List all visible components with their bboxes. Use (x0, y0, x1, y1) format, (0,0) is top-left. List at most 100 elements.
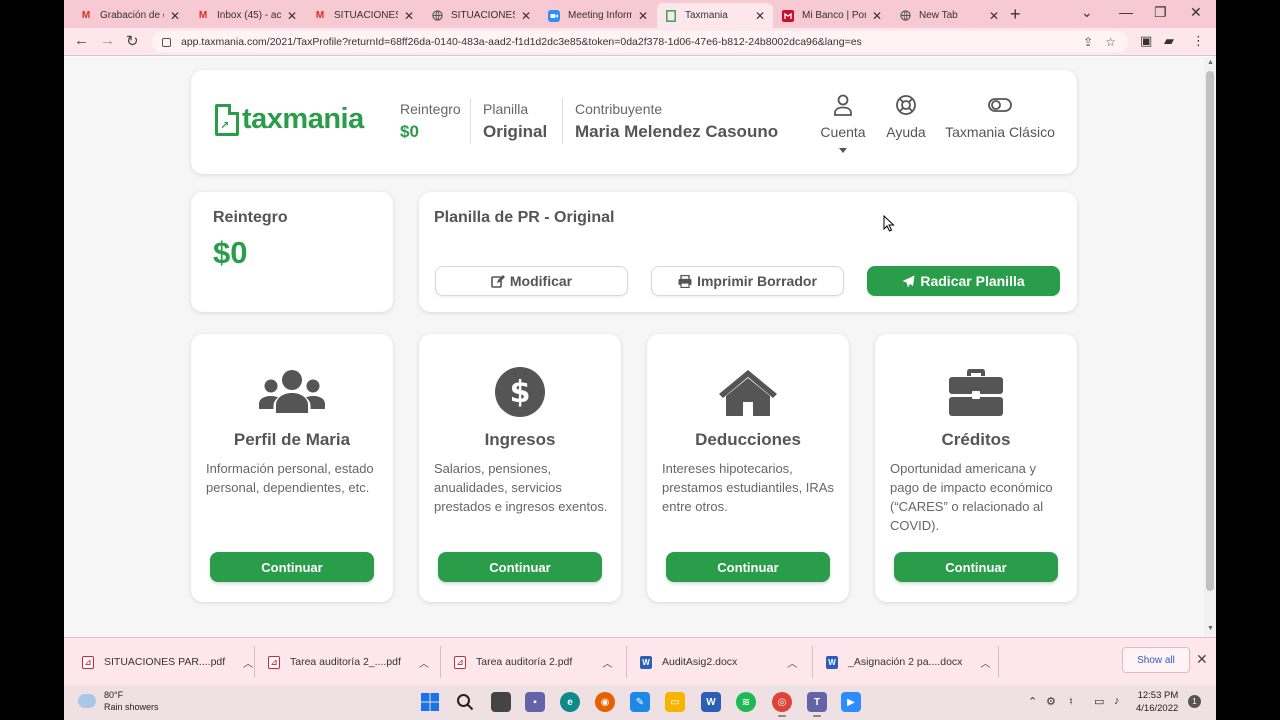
firefox-icon[interactable]: ◉ (595, 692, 615, 712)
browser-tab[interactable]: Meeting Inform ✕ (540, 3, 656, 28)
continuar-button[interactable]: Continuar (210, 552, 374, 582)
nav-ayuda[interactable]: Ayuda (883, 94, 929, 140)
chevron-up-icon[interactable]: ︿ (602, 655, 612, 670)
chevron-up-icon[interactable]: ︿ (243, 655, 253, 670)
continuar-button[interactable]: Continuar (666, 552, 830, 582)
weather-temp: 80°F (104, 690, 124, 700)
toggle-icon (988, 98, 1012, 112)
section-title: Créditos (941, 430, 1011, 449)
browser-tab[interactable]: Mi Banco | Port ✕ (774, 3, 890, 28)
nav-cuenta[interactable]: Cuenta (817, 94, 869, 153)
share-icon[interactable]: ⇪ (1083, 35, 1093, 49)
pen-app-icon[interactable]: ✎ (630, 692, 650, 712)
close-icon[interactable]: ✕ (287, 9, 297, 23)
modificar-label: Modificar (509, 273, 573, 289)
teams-icon[interactable]: T (807, 692, 827, 717)
close-icon[interactable]: ✕ (404, 9, 414, 23)
downloads-bar: ⊿ SITUACIONES PAR....pdf ︿ ⊿ Tarea audit… (64, 637, 1216, 685)
spotify-icon[interactable]: ≋ (736, 692, 756, 712)
gmail-icon: M (198, 10, 208, 21)
browser-tab[interactable]: M Inbox (45) - acc ✕ (189, 3, 305, 28)
browser-tab[interactable]: SITUACIONES P ✕ (423, 3, 539, 28)
windows-start-icon[interactable] (420, 692, 440, 712)
address-bar[interactable]: app.taxmania.com/2021/TaxProfile?returnI… (152, 31, 1128, 53)
zoom-icon[interactable]: ▶ (841, 692, 861, 712)
close-icon[interactable]: ✕ (872, 9, 882, 23)
scroll-down-icon[interactable]: ▼ (1207, 625, 1214, 632)
browser-tab[interactable]: New Tab ✕ (891, 3, 1007, 28)
imprimir-borrador-button[interactable]: Imprimir Borrador (651, 266, 844, 296)
file-explorer-icon[interactable]: ▭ (665, 692, 685, 712)
chevron-down-icon (839, 148, 847, 153)
minimize-button[interactable]: — (1119, 4, 1133, 20)
download-item[interactable]: W AuditAsig2.docx ︿ (640, 638, 797, 685)
display-icon[interactable]: ▭ (1094, 695, 1104, 708)
modificar-button[interactable]: Modificar (435, 266, 628, 296)
chevron-up-icon[interactable]: ︿ (419, 655, 429, 670)
volume-icon[interactable]: ♪ (1114, 695, 1120, 707)
chevron-up-icon[interactable]: ⌃ (1028, 695, 1037, 708)
browser-tab[interactable]: M Grabación de c ✕ (72, 3, 188, 28)
page-viewport: ↗ taxmania Reintegro $0 Planilla Origina… (64, 57, 1204, 637)
weather-widget[interactable]: 80°F Rain showers (78, 689, 159, 713)
restore-button[interactable]: ❐ (1154, 4, 1167, 21)
chat-icon[interactable]: ▪ (525, 692, 545, 712)
app-tray-icon[interactable]: ⚙ (1046, 695, 1056, 708)
edge-icon[interactable]: e (560, 692, 580, 712)
nav-taxmania-clasico[interactable]: Taxmania Clásico (943, 94, 1057, 140)
word-file-icon: W (826, 655, 838, 669)
browser-tab-active[interactable]: Taxmania ✕ (657, 3, 773, 28)
download-item[interactable]: W _Asignación 2 pa....docx ︿ (826, 638, 990, 685)
section-title: Deducciones (695, 430, 801, 449)
sidebar-icon[interactable]: ▣ (1140, 33, 1152, 49)
notification-badge[interactable]: 1 (1188, 695, 1201, 708)
reload-button[interactable]: ↻ (126, 32, 139, 50)
chevron-up-icon[interactable]: ︿ (980, 655, 990, 670)
close-icon[interactable]: ✕ (989, 9, 999, 23)
close-icon[interactable]: ✕ (521, 9, 531, 23)
back-button[interactable]: ← (74, 32, 89, 49)
scrollbar-thumb[interactable] (1206, 71, 1214, 591)
system-clock[interactable]: 12:53 PM 4/16/2022 (1136, 689, 1178, 715)
logo-text: taxmania (242, 103, 364, 135)
task-view-icon[interactable] (491, 692, 511, 712)
rain-cloud-icon (78, 694, 96, 708)
show-all-button[interactable]: Show all (1122, 647, 1190, 673)
pdf-file-icon: ⊿ (82, 655, 94, 669)
close-icon[interactable]: ✕ (755, 9, 765, 23)
new-tab-button[interactable]: + (1010, 4, 1021, 25)
close-downloads-icon[interactable]: ✕ (1196, 651, 1208, 668)
radicar-planilla-button[interactable]: Radicar Planilla (867, 266, 1060, 296)
continuar-button[interactable]: Continuar (894, 552, 1058, 582)
close-icon[interactable]: ✕ (638, 9, 648, 23)
extension-icon[interactable]: ▰ (1164, 33, 1174, 49)
page-scrollbar[interactable]: ▲ ▼ (1204, 57, 1216, 637)
divider (812, 646, 813, 678)
menu-icon[interactable]: ⋮ (1192, 33, 1205, 49)
download-item[interactable]: ⊿ SITUACIONES PAR....pdf ︿ (82, 638, 253, 685)
download-item[interactable]: ⊿ Tarea auditoría 2.pdf ︿ (454, 638, 612, 685)
forward-button[interactable]: → (100, 32, 115, 49)
scroll-up-icon[interactable]: ▲ (1207, 59, 1214, 66)
close-icon[interactable]: ✕ (170, 9, 180, 23)
chrome-icon[interactable]: ◎ (772, 692, 792, 717)
browser-tab[interactable]: M SITUACIONES P ✕ (306, 3, 422, 28)
close-window-button[interactable]: ✕ (1190, 4, 1202, 21)
zoom-icon (548, 9, 560, 22)
chevron-up-icon[interactable]: ︿ (787, 655, 797, 670)
contribuyente-label: Contribuyente (575, 101, 663, 117)
word-file-icon: W (640, 655, 652, 669)
search-icon[interactable] (455, 692, 475, 712)
users-icon (259, 370, 325, 413)
continuar-button[interactable]: Continuar (438, 552, 602, 582)
tab-search-icon[interactable]: ⌄ (1081, 4, 1093, 21)
taxmania-logo[interactable]: ↗ taxmania (215, 103, 364, 136)
microphone-icon[interactable]: ♮ (1069, 695, 1073, 708)
download-item[interactable]: ⊿ Tarea auditoría 2_....pdf ︿ (268, 638, 429, 685)
reintegro-label: Reintegro (400, 101, 461, 117)
bookmark-star-icon[interactable]: ☆ (1105, 35, 1116, 49)
contribuyente-value: Maria Melendez Casouno (575, 122, 779, 141)
word-icon[interactable]: W (701, 692, 721, 712)
tab-label: Meeting Inform (568, 10, 632, 21)
planilla-card-title: Planilla de PR - Original (434, 209, 615, 226)
